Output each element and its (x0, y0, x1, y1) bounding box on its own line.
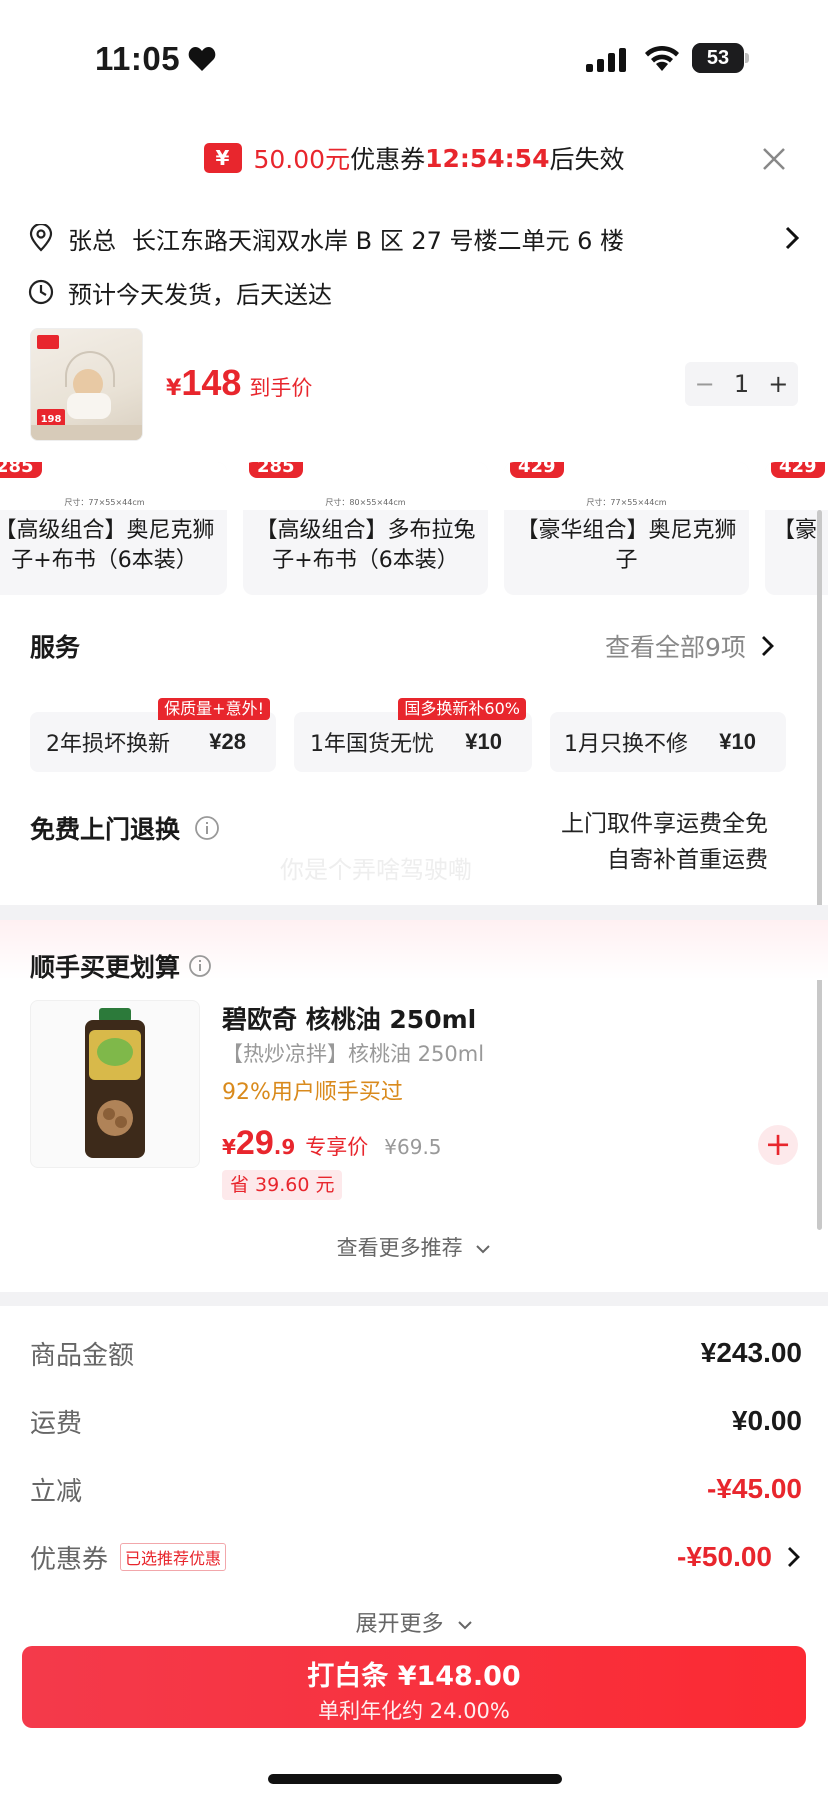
product-price-label: 到手价 (249, 376, 313, 400)
heart-icon (188, 47, 216, 71)
product-price: ¥ 148 到手价 (166, 362, 313, 403)
service-card[interactable]: 2年损坏换新 ¥28 保质量+意外! (30, 698, 276, 772)
divider (0, 905, 828, 920)
home-indicator[interactable] (268, 1774, 562, 1784)
service-tag: 国多换新补60% (398, 698, 526, 720)
combo-label: 【豪华组合】奥尼克狮子 (516, 518, 737, 573)
coupon-amount: 50.00元 (253, 145, 351, 174)
info-icon[interactable] (188, 954, 212, 978)
free-return-title: 免费上门退换 (30, 810, 220, 846)
service-view-all[interactable]: 查看全部9项 (605, 628, 776, 664)
summary-row-goods: 商品金额 ¥243.00 (30, 1337, 802, 1371)
qty-plus-button[interactable]: + (768, 370, 788, 398)
address-detail: 长江东路天润双水岸 B 区 27 号楼二单元 6 楼 (132, 226, 625, 255)
coupon-label: 优惠券 (350, 145, 426, 174)
shipping-text: 预计今天发货，后天送达 (68, 280, 332, 309)
status-time: 11:05 (95, 40, 181, 77)
coupon-suffix: 后失效 (549, 145, 625, 174)
service-tag: 保质量+意外! (158, 698, 270, 720)
chevron-right-icon (788, 1547, 800, 1567)
qty-value: 1 (733, 370, 750, 398)
expand-more[interactable]: 展开更多 (0, 1606, 828, 1638)
addon-bought-rate: 92%用户顺手买过 (222, 1080, 403, 1105)
chevron-right-icon (761, 636, 774, 656)
address-row[interactable]: 张总 长江东路天润双水岸 B 区 27 号楼二单元 6 楼 (28, 218, 800, 258)
combo-label: 【高级组合】奥尼克狮子+布书（6本装） (0, 518, 215, 573)
battery-icon: 53 (692, 43, 750, 73)
coupon-countdown: 12:54:54 (425, 143, 550, 173)
pay-button-rate: 单利年化约 24.00% (318, 1699, 510, 1723)
oil-bottle-image (85, 1008, 145, 1158)
scrollbar[interactable] (817, 510, 822, 1230)
clock-icon (28, 279, 54, 305)
addon-product-subtitle: 【热炒凉拌】核桃油 250ml (222, 1042, 485, 1066)
combo-label: 【高级组合】多布拉兔子+布书（6本装） (255, 518, 476, 573)
wifi-icon (645, 45, 679, 71)
product-thumbnail[interactable]: 198 (30, 328, 143, 441)
quantity-stepper[interactable]: − 1 + (685, 362, 798, 406)
coupon-icon: ¥ (203, 143, 242, 173)
addon-title: 顺手买更划算 (30, 948, 212, 984)
divider (0, 1292, 828, 1306)
info-icon[interactable] (194, 815, 220, 841)
battery-level: 53 (706, 47, 730, 69)
pay-button-label: 打白条 ¥148.00 (307, 1661, 521, 1692)
signal-icon (586, 48, 626, 72)
pay-button[interactable]: 打白条 ¥148.00 单利年化约 24.00% (22, 1646, 806, 1728)
close-icon[interactable] (758, 143, 790, 175)
addon-price: ¥ 29 .9 专享价 ¥69.5 (222, 1124, 442, 1162)
summary-row-shipping: 运费 ¥0.00 (30, 1405, 802, 1439)
product-price-value: 148 (181, 362, 242, 403)
location-pin-icon (29, 224, 53, 252)
combo-card[interactable]: 285 尺寸：77×55×44cm 【高级组合】奥尼克狮子+布书（6本装） (0, 462, 227, 595)
summary-row-discount: 立减 -¥45.00 (30, 1473, 802, 1507)
combo-card[interactable]: 285 尺寸：80×55×44cm 【高级组合】多布拉兔子+布书（6本装） (243, 462, 488, 595)
chevron-down-icon (457, 1621, 472, 1630)
coupon-countdown-banner: ¥ 50.00元 优惠券 12:54:54 后失效 (0, 128, 828, 188)
combo-card[interactable]: 429 尺寸：77×55×44cm 【豪华组合】奥尼克狮子 (504, 462, 749, 595)
addon-product-name[interactable]: 碧欧奇 核桃油 250ml (222, 1000, 476, 1036)
summary-row-coupon[interactable]: 优惠券 已选推荐优惠 -¥50.00 (30, 1532, 802, 1582)
watermark: 你是个弄啥驾驶嘞 (280, 856, 472, 884)
combo-options: 285 尺寸：77×55×44cm 【高级组合】奥尼克狮子+布书（6本装） 285… (0, 462, 828, 597)
chevron-right-icon (785, 226, 800, 250)
service-title: 服务 (30, 633, 81, 662)
coupon-selected-tag: 已选推荐优惠 (120, 1543, 227, 1571)
service-card[interactable]: 1年国货无忧 ¥10 国多换新补60% (294, 698, 532, 772)
addon-saving-badge: 省 39.60 元 (222, 1170, 343, 1200)
addon-product-image[interactable] (30, 1000, 200, 1168)
addon-original-price: ¥69.5 (384, 1135, 442, 1159)
more-recommendations[interactable]: 查看更多推荐 (0, 1232, 828, 1262)
add-addon-button[interactable]: + (758, 1125, 798, 1165)
shipping-estimate: 预计今天发货，后天送达 (28, 272, 800, 312)
addon-price-label: 专享价 (305, 1135, 369, 1159)
chevron-down-icon (476, 1245, 491, 1254)
address-name: 张总 (68, 226, 116, 255)
service-card[interactable]: 1月只换不修 ¥10 (550, 712, 786, 772)
free-return-desc: 上门取件享运费全免 自寄补首重运费 (561, 811, 768, 873)
qty-minus-button[interactable]: − (695, 370, 715, 398)
